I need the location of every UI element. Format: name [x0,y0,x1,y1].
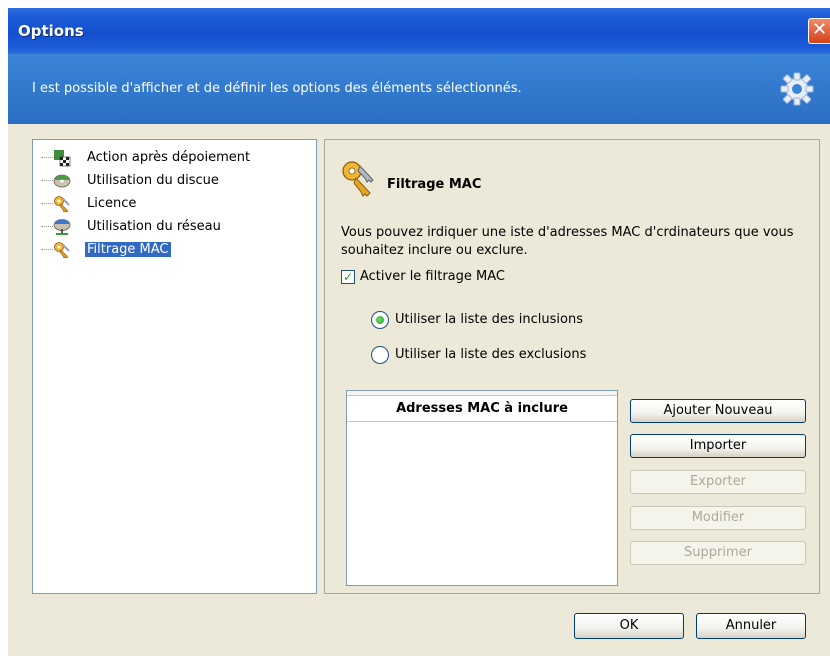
export-button[interactable]: Exporter [630,470,806,494]
keys-icon [342,161,374,197]
ok-button[interactable]: OK [574,613,684,639]
radio-unselected-icon[interactable] [371,346,389,364]
content-panel: Filtrage MAC Vous pouvez irdiquer une is… [324,139,820,594]
header-description: I est possible d'afficher et de définir … [32,81,522,96]
keys-icon [54,242,70,259]
header-band: I est possible d'afficher et de définir … [8,54,830,124]
delete-button[interactable]: Supprimer [630,541,806,565]
tree-item-label: Action après dépoiement [87,150,251,165]
radio-selected-icon[interactable] [371,311,389,329]
mac-address-list[interactable]: Adresses MAC à inclure [346,390,618,586]
close-button[interactable]: ✕ [808,18,830,44]
radio-label: Utiliser la liste des inclusions [395,312,583,327]
checkbox-label: Activer le filtrage MAC [360,269,505,284]
tree-item-utilisation-disque[interactable]: Utilisation du discue [33,171,313,191]
add-new-button[interactable]: Ajouter Nouveau [630,399,806,423]
tree-item-label: Filtrage MAC [85,242,171,257]
radio-label: Utiliser la liste des exclusions [395,347,587,362]
checkmark-icon[interactable]: ✓ [341,270,355,284]
modify-button[interactable]: Modifier [630,506,806,530]
cancel-button[interactable]: Annuler [696,613,806,639]
section-title: Filtrage MAC [387,177,482,192]
tree-item-label: Utilisation du discue [87,173,219,188]
tree-item-filtrage-mac[interactable]: Filtrage MAC [33,240,313,260]
section-description: Vous pouvez irdiquer une iste d'adresses… [341,225,794,258]
disk-icon [53,174,71,188]
window-title: Options [18,22,84,40]
title-bar[interactable]: Options ✕ [8,8,830,54]
gear-icon [780,72,814,106]
tree-item-label: Licence [87,196,137,211]
keys-icon [54,196,70,213]
tree-item-utilisation-reseau[interactable]: Utilisation du réseau [33,217,313,237]
network-icon [53,219,71,235]
tree-item-action-apres-deploiement[interactable]: Action après dépoiement [33,148,313,168]
tree-item-licence[interactable]: Licence [33,194,313,214]
checkered-flag-icon [54,150,71,167]
options-tree[interactable]: Action après dépoiement Utilisation du d… [32,139,317,594]
tree-item-label: Utilisation du réseau [87,219,221,234]
list-column-header[interactable]: Adresses MAC à inclure [347,396,617,422]
options-dialog: Options ✕ I est possible d'afficher et d… [8,8,830,656]
import-button[interactable]: Importer [630,434,806,458]
